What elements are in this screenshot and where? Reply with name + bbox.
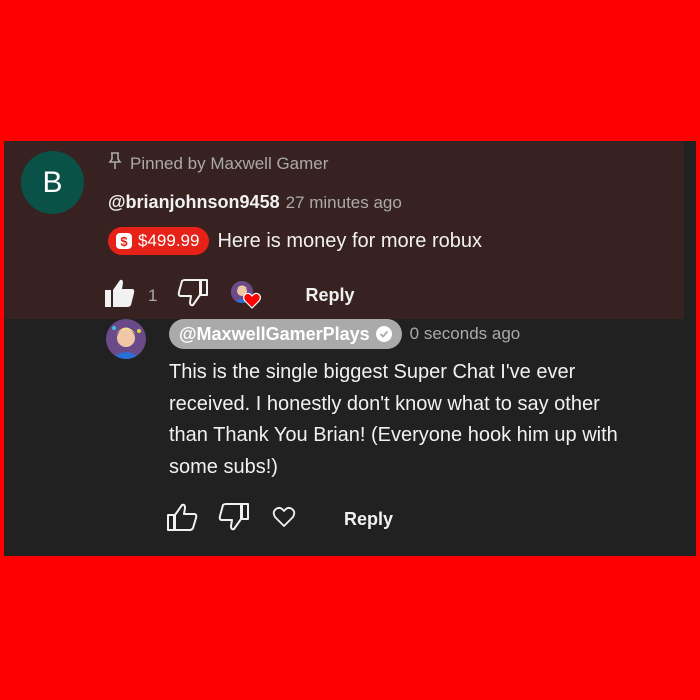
reply-header: @MaxwellGamerPlays 0 seconds ago <box>169 319 520 349</box>
comment-author[interactable]: @brianjohnson9458 <box>108 192 280 213</box>
verified-check-icon <box>375 326 392 342</box>
reply-time[interactable]: 0 seconds ago <box>410 324 521 344</box>
dislike-button[interactable] <box>177 278 209 313</box>
reply-heart-button[interactable] <box>272 506 296 533</box>
reply-button[interactable]: Reply <box>305 285 354 306</box>
creator-author-chip[interactable]: @MaxwellGamerPlays <box>169 319 402 349</box>
comment-text: Here is money for more robux <box>217 229 482 252</box>
pinned-label: Pinned by Maxwell Gamer <box>130 153 329 173</box>
creator-heart[interactable] <box>231 280 262 314</box>
comments-panel: B Pinned by Maxwell Gamer @brianjohnson9… <box>4 141 696 556</box>
pinned-comment: B Pinned by Maxwell Gamer @brianjohnson9… <box>4 141 684 319</box>
like-button[interactable] <box>104 278 136 313</box>
comment-body: $ $499.99 Here is money for more robux <box>108 227 482 255</box>
heart-outline-icon <box>272 506 296 533</box>
thumbs-up-filled-icon <box>104 278 136 313</box>
avatar[interactable]: B <box>21 151 84 214</box>
reply-reply-button[interactable]: Reply <box>344 509 393 530</box>
reply-actions: Reply <box>166 502 393 537</box>
thumbs-down-icon <box>177 278 209 313</box>
pinned-label-row: Pinned by Maxwell Gamer <box>108 152 328 175</box>
reply-text: This is the single biggest Super Chat I'… <box>169 361 618 478</box>
superchat-amount: $499.99 <box>138 231 200 250</box>
comment-time[interactable]: 27 minutes ago <box>286 193 402 213</box>
dollar-icon: $ <box>116 233 132 249</box>
pin-icon <box>108 152 122 175</box>
comment-actions: 1 Reply <box>104 278 355 313</box>
thumbs-up-icon <box>166 502 198 537</box>
superchat-badge: $ $499.99 <box>108 227 210 255</box>
reply-dislike-button[interactable] <box>218 502 250 537</box>
thumbs-down-icon <box>218 502 250 537</box>
reply-avatar[interactable] <box>106 319 146 359</box>
comment-header: @brianjohnson9458 27 minutes ago <box>108 192 402 213</box>
heart-icon <box>243 292 262 314</box>
reply-author: @MaxwellGamerPlays <box>179 323 370 344</box>
like-count: 1 <box>148 285 158 305</box>
reply-like-button[interactable] <box>166 502 198 537</box>
